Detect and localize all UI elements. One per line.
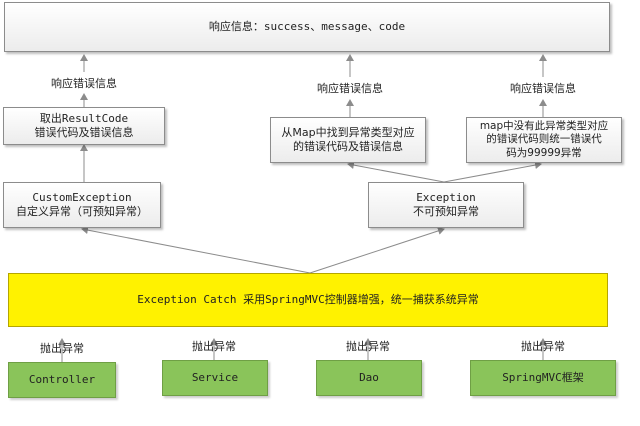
- custom-exception-box: CustomException 自定义异常（可预知异常）: [3, 182, 161, 228]
- controller-label: Controller: [28, 373, 96, 387]
- map-missing-line1: map中没有此异常类型对应: [479, 120, 609, 133]
- custom-exception-line2: 自定义异常（可预知异常）: [16, 205, 148, 218]
- dao-box: Dao: [316, 360, 422, 396]
- arrow-catch-to-custom: [81, 226, 311, 274]
- response-label-right: 响应错误信息: [510, 82, 576, 95]
- controller-box: Controller: [8, 362, 116, 398]
- arrow-catch-to-exception: [309, 227, 445, 274]
- result-code-line2: 错误代码及错误信息: [34, 126, 134, 139]
- result-code-line1: 取出ResultCode: [39, 112, 129, 126]
- exception-catch-text: Exception Catch 采用SpringMVC控制器增强，统一捕获系统异…: [137, 293, 479, 307]
- map-missing-line3: 码为99999异常: [506, 146, 582, 159]
- map-found-line1: 从Map中找到异常类型对应: [281, 126, 415, 140]
- response-label-left: 响应错误信息: [51, 77, 117, 90]
- response-info-box: 响应信息：success、message、code: [4, 2, 610, 52]
- exception-line2: 不可预知异常: [413, 205, 479, 218]
- map-found-line2: 的错误代码及错误信息: [293, 140, 403, 153]
- service-box: Service: [162, 360, 268, 396]
- map-found-box: 从Map中找到异常类型对应 的错误代码及错误信息: [270, 117, 426, 163]
- exception-catch-bar: Exception Catch 采用SpringMVC控制器增强，统一捕获系统异…: [8, 273, 608, 327]
- exception-line1: Exception: [416, 191, 476, 205]
- response-info-text: 响应信息：success、message、code: [208, 20, 406, 34]
- arrow-exception-to-mapfound: [347, 161, 445, 183]
- response-label-middle: 响应错误信息: [317, 82, 383, 95]
- custom-exception-line1: CustomException: [32, 191, 132, 205]
- result-code-box: 取出ResultCode 错误代码及错误信息: [3, 107, 165, 145]
- exception-box: Exception 不可预知异常: [368, 182, 524, 228]
- throw-label-controller: 抛出异常: [40, 342, 84, 355]
- map-missing-line2: 的错误代码则统一错误代: [486, 133, 602, 146]
- map-missing-box: map中没有此异常类型对应 的错误代码则统一错误代 码为99999异常: [466, 117, 622, 163]
- dao-label: Dao: [359, 371, 379, 385]
- service-label: Service: [191, 371, 239, 385]
- throw-label-service: 抛出异常: [192, 340, 236, 353]
- throw-label-springmvc: 抛出异常: [521, 340, 565, 353]
- springmvc-box: SpringMVC框架: [470, 360, 616, 396]
- springmvc-label: SpringMVC框架: [502, 371, 584, 385]
- arrow-exception-to-mapmissing: [443, 161, 542, 183]
- throw-label-dao: 抛出异常: [346, 340, 390, 353]
